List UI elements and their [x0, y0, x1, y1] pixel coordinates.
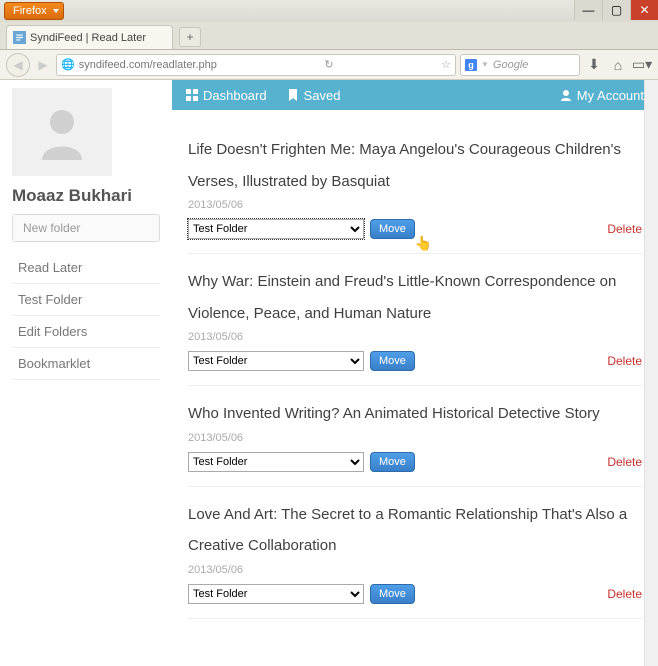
article-item: Who Invented Writing? An Animated Histor… [188, 386, 642, 487]
avatar-placeholder-icon [32, 102, 92, 162]
article-date: 2013/05/06 [188, 432, 642, 444]
user-icon [560, 89, 572, 101]
nav-label: My Account [577, 88, 644, 103]
article-date: 2013/05/06 [188, 331, 642, 343]
article-actions-row: Test Folder Move Delete [188, 351, 642, 371]
sidebar-item-test-folder[interactable]: Test Folder [12, 284, 160, 316]
url-text: syndifeed.com/readlater.php [79, 59, 217, 71]
search-placeholder: Google [493, 59, 528, 71]
article-title[interactable]: Why War: Einstein and Freud's Little-Kno… [188, 266, 642, 329]
sidebar-item-read-later[interactable]: Read Later [12, 252, 160, 284]
folder-select[interactable]: Test Folder [188, 584, 364, 604]
move-button[interactable]: Move [370, 452, 415, 472]
delete-button[interactable]: Delete [607, 455, 642, 469]
dashboard-icon [186, 89, 198, 101]
sidebar-item-label: Bookmarklet [18, 356, 90, 371]
minimize-button[interactable]: — [574, 0, 602, 20]
forward-button[interactable]: ▶ [34, 54, 52, 76]
main: Dashboard Saved My Account Life Doesn't … [172, 80, 658, 666]
bookmarks-icon[interactable]: ▭▾ [632, 55, 652, 75]
chevron-down-icon: ▼ [481, 60, 489, 69]
cursor-icon: 👆 [415, 235, 432, 252]
move-button[interactable]: Move [370, 219, 415, 239]
nav-saved[interactable]: Saved [287, 88, 341, 103]
article-actions-row: Test FolderMove👆Delete [188, 219, 642, 239]
folder-select[interactable]: Test Folder [188, 452, 364, 472]
article-date: 2013/05/06 [188, 199, 642, 211]
article-item: Love And Art: The Secret to a Romantic R… [188, 487, 642, 619]
sidebar-item-label: Test Folder [18, 292, 82, 307]
article-date: 2013/05/06 [188, 564, 642, 576]
article-title[interactable]: Who Invented Writing? An Animated Histor… [188, 398, 642, 430]
avatar [12, 88, 112, 176]
reload-icon[interactable]: ↻ [324, 58, 333, 71]
sidebar: Moaaz Bukhari New folder Read Later Test… [0, 80, 172, 666]
sidebar-item-edit-folders[interactable]: Edit Folders [12, 316, 160, 348]
browser-toolbar: ◀ ▶ 🌐 syndifeed.com/readlater.php ↻ ☆ g … [0, 50, 658, 80]
browser-tab[interactable]: SyndiFeed | Read Later [6, 25, 173, 49]
article-actions-row: Test Folder Move Delete [188, 452, 642, 472]
sidebar-item-bookmarklet[interactable]: Bookmarklet [12, 348, 160, 380]
delete-button[interactable]: Delete [607, 222, 642, 236]
article-actions-row: Test Folder Move Delete [188, 584, 642, 604]
bookmark-icon [287, 89, 299, 101]
firefox-menu-button[interactable]: Firefox [4, 2, 64, 20]
close-button[interactable]: ✕ [630, 0, 658, 20]
nav-dashboard[interactable]: Dashboard [186, 88, 267, 103]
sidebar-item-label: Edit Folders [18, 324, 87, 339]
google-icon: g [465, 59, 477, 71]
window-controls: — ▢ ✕ [574, 0, 658, 20]
top-nav: Dashboard Saved My Account [172, 80, 658, 110]
browser-menubar: Firefox — ▢ ✕ [0, 0, 658, 22]
new-tab-button[interactable]: + [179, 27, 201, 47]
firefox-menu-label: Firefox [13, 5, 47, 17]
tab-title: SyndiFeed | Read Later [30, 32, 146, 44]
url-bar[interactable]: 🌐 syndifeed.com/readlater.php ↻ ☆ [56, 54, 456, 76]
browser-tabstrip: SyndiFeed | Read Later + [0, 22, 658, 50]
home-icon[interactable]: ⌂ [608, 55, 628, 75]
nav-label: Dashboard [203, 88, 267, 103]
article-title[interactable]: Life Doesn't Frighten Me: Maya Angelou's… [188, 134, 642, 197]
move-button[interactable]: Move [370, 584, 415, 604]
new-folder-input[interactable]: New folder [12, 214, 160, 242]
bookmark-star-icon[interactable]: ☆ [441, 58, 451, 71]
download-icon[interactable]: ⬇ [584, 55, 604, 75]
delete-button[interactable]: Delete [607, 587, 642, 601]
vertical-scrollbar[interactable] [644, 80, 658, 666]
app-root: Moaaz Bukhari New folder Read Later Test… [0, 80, 658, 666]
article-item: Life Doesn't Frighten Me: Maya Angelou's… [188, 122, 642, 254]
article-item: Why War: Einstein and Freud's Little-Kno… [188, 254, 642, 386]
article-list: Life Doesn't Frighten Me: Maya Angelou's… [172, 110, 658, 631]
tab-favicon [13, 31, 26, 44]
username: Moaaz Bukhari [12, 186, 164, 206]
back-button[interactable]: ◀ [6, 53, 30, 77]
nav-label: Saved [304, 88, 341, 103]
nav-account[interactable]: My Account [560, 88, 644, 103]
move-button[interactable]: Move [370, 351, 415, 371]
maximize-button[interactable]: ▢ [602, 0, 630, 20]
article-title[interactable]: Love And Art: The Secret to a Romantic R… [188, 499, 642, 562]
search-bar[interactable]: g ▼ Google [460, 54, 580, 76]
globe-icon: 🌐 [61, 58, 75, 71]
sidebar-item-label: Read Later [18, 260, 82, 275]
folder-select[interactable]: Test Folder [188, 351, 364, 371]
delete-button[interactable]: Delete [607, 354, 642, 368]
folder-select[interactable]: Test Folder [188, 219, 364, 239]
